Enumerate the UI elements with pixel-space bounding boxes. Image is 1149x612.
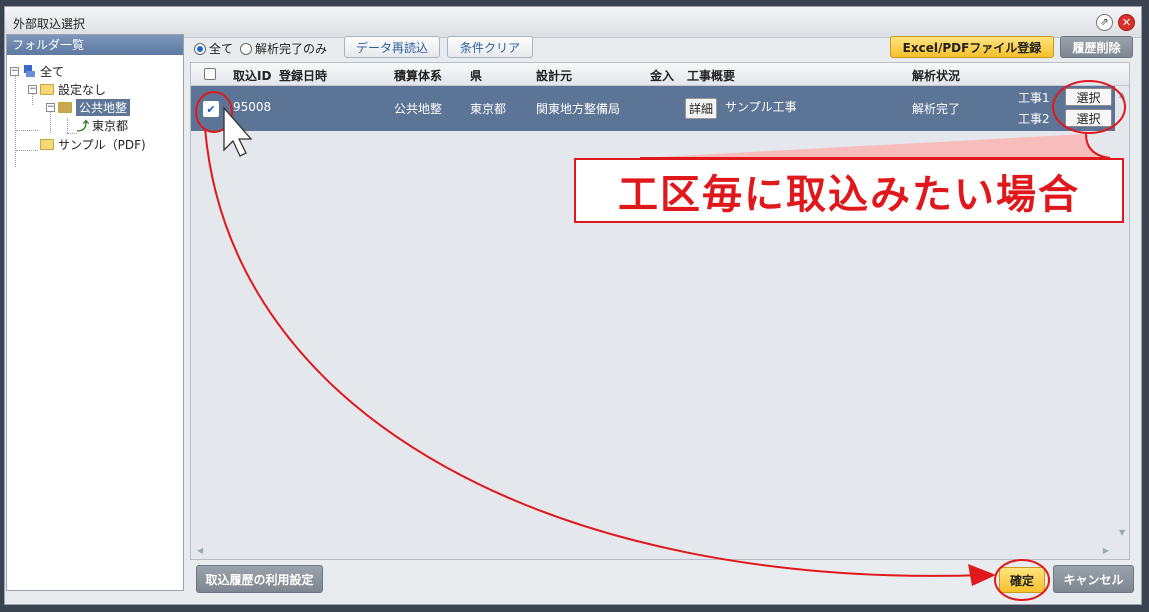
close-icon[interactable]: ✕ xyxy=(1118,14,1135,31)
row-import-id: 95008 xyxy=(233,100,272,114)
row-designer: 関東地方整備局 xyxy=(536,102,621,116)
radio-done-label: 解析完了のみ xyxy=(255,42,328,56)
cancel-button[interactable]: キャンセル xyxy=(1053,565,1134,593)
folder-panel-header: フォルダ一覧 xyxy=(7,35,183,55)
col-status[interactable]: 解析状況 xyxy=(912,67,960,84)
tree-node-all[interactable]: − 全て xyxy=(10,63,64,79)
collapse-icon[interactable]: − xyxy=(46,102,55,112)
tree-node-label: 設定なし xyxy=(58,82,107,97)
folder-open-icon xyxy=(58,101,72,113)
scroll-left-icon[interactable]: ◀ xyxy=(197,546,203,555)
radio-all[interactable]: 全て xyxy=(194,40,233,57)
table-row[interactable]: ✔ 95008 公共地整 東京都 関東地方整備局 詳細 サンプル工事 解析完了 … xyxy=(191,86,1115,131)
clear-conditions-button[interactable]: 条件クリア xyxy=(447,36,533,58)
folder-icon xyxy=(40,138,54,150)
col-import-id[interactable]: 取込ID xyxy=(233,67,271,84)
radio-selected-icon[interactable] xyxy=(194,42,206,55)
row-checkbox-checked[interactable]: ✔ xyxy=(203,101,219,117)
tree-node-sample[interactable]: サンプル（PDF) xyxy=(40,136,146,152)
folder-icon xyxy=(40,83,54,95)
tree-node-tokyo[interactable]: ⤴ 東京都 xyxy=(77,117,128,133)
radio-all-label: 全て xyxy=(209,42,234,56)
row-system: 公共地整 xyxy=(394,102,443,116)
col-summary[interactable]: 工事概要 xyxy=(687,67,735,84)
collapse-icon[interactable]: − xyxy=(28,84,37,94)
row-summary: サンプル工事 xyxy=(725,100,797,114)
col-system[interactable]: 積算体系 xyxy=(394,67,442,84)
root-folder-icon xyxy=(22,64,36,78)
col-designer[interactable]: 設計元 xyxy=(536,67,572,84)
window-title: 外部取込選択 xyxy=(13,17,86,31)
popout-icon[interactable]: ⇗ xyxy=(1096,14,1113,31)
col-amount[interactable]: 金入 xyxy=(650,67,674,84)
select-all-checkbox[interactable] xyxy=(204,68,216,80)
horizontal-scrollbar[interactable]: ◀ ▶ xyxy=(191,543,1115,559)
scroll-down-icon[interactable]: ▼ xyxy=(1119,528,1125,537)
col-registered-at[interactable]: 登録日時 xyxy=(279,67,327,84)
radio-analysis-done[interactable]: 解析完了のみ xyxy=(240,40,327,57)
section-2-label: 工事2 xyxy=(1018,112,1050,126)
col-prefecture[interactable]: 県 xyxy=(470,67,482,84)
import-history-settings-button[interactable]: 取込履歴の利用設定 xyxy=(196,565,323,593)
grid-header: 取込ID 登録日時 積算体系 県 設計元 金入 工事概要 解析状況 xyxy=(191,63,1129,86)
road-icon: ⤴ xyxy=(77,118,90,133)
tree-node-label: 公共地整 xyxy=(76,98,131,116)
delete-history-button[interactable]: 履歴削除 xyxy=(1060,36,1133,58)
reload-data-button[interactable]: データ再読込 xyxy=(344,36,440,58)
scroll-right-icon[interactable]: ▶ xyxy=(1103,546,1109,555)
collapse-icon[interactable]: − xyxy=(10,66,19,76)
radio-unselected-icon[interactable] xyxy=(240,42,252,55)
vertical-scrollbar[interactable]: ▲ ▼ xyxy=(1116,86,1129,541)
annotation-callout: 工区毎に取込みたい場合 xyxy=(574,158,1124,223)
import-grid: 取込ID 登録日時 積算体系 県 設計元 金入 工事概要 解析状況 ✔ 9500… xyxy=(190,62,1130,560)
row-status: 解析完了 xyxy=(912,102,961,116)
detail-button[interactable]: 詳細 xyxy=(685,98,718,119)
tree-node-koukyou[interactable]: − 公共地整 xyxy=(46,98,131,116)
tree-node-none[interactable]: − 設定なし xyxy=(28,81,106,97)
folder-panel: フォルダ一覧 − 全て − 設定なし − 公共地整 ⤴ 東京都 サンプル（PDF… xyxy=(6,34,184,591)
tree-node-label: サンプル（PDF) xyxy=(58,137,146,152)
tree-node-label: 全て xyxy=(40,64,65,79)
row-prefecture: 東京都 xyxy=(470,102,507,116)
section-1-select-button[interactable]: 選択 xyxy=(1065,88,1112,106)
tree-node-label: 東京都 xyxy=(92,118,129,133)
section-1-label: 工事1 xyxy=(1018,91,1050,105)
toolbar: 全て 解析完了のみ データ再読込 条件クリア Excel/PDFファイル登録 履… xyxy=(190,34,1133,60)
register-excel-pdf-button[interactable]: Excel/PDFファイル登録 xyxy=(890,36,1054,58)
section-2-select-button[interactable]: 選択 xyxy=(1065,109,1112,127)
scroll-up-icon[interactable]: ▲ xyxy=(1119,90,1125,99)
ok-button[interactable]: 確定 xyxy=(999,567,1045,593)
